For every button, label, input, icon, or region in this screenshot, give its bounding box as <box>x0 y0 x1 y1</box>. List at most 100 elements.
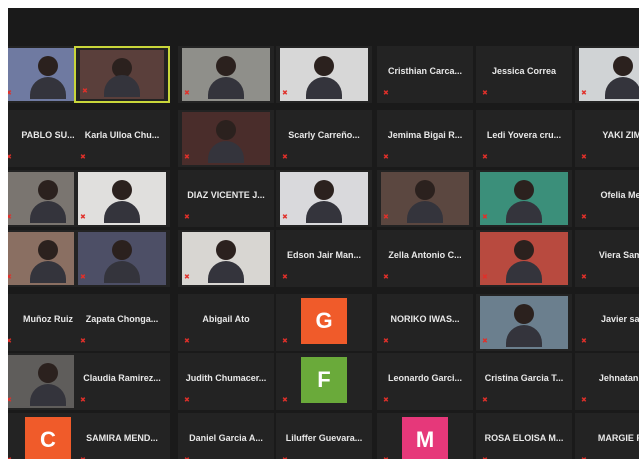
muted-mic-icon: ✖ <box>80 274 86 281</box>
participant-name: Daniel Garcia A... <box>189 433 263 443</box>
participant-video <box>280 48 368 101</box>
participant-tile[interactable]: YAKI ZIMI ✖ <box>575 110 639 167</box>
participant-tile[interactable]: ✖ <box>74 230 170 287</box>
participant-video <box>80 50 164 99</box>
muted-mic-icon: ✖ <box>383 90 389 97</box>
muted-mic-icon: ✖ <box>383 214 389 221</box>
participant-name: Viera Sama <box>598 250 639 260</box>
participant-tile[interactable]: ✖ <box>476 294 572 351</box>
person-head <box>514 304 534 324</box>
participant-video <box>381 172 469 225</box>
participant-tile[interactable]: Ofelia Meli ✖ <box>575 170 639 227</box>
participant-tile[interactable]: MARGIE PA✖ <box>575 413 639 459</box>
participant-tile[interactable]: M✖ <box>377 413 473 459</box>
participant-tile[interactable]: ✖ <box>178 110 274 167</box>
muted-mic-icon: ✖ <box>282 214 288 221</box>
muted-mic-icon: ✖ <box>482 154 488 161</box>
participant-tile[interactable]: Viera Sama ✖ <box>575 230 639 287</box>
person-body <box>407 201 443 223</box>
participant-name: Cristina Garcia T... <box>484 373 564 383</box>
participant-avatar: G <box>301 298 347 344</box>
participant-tile[interactable]: ✖ <box>575 46 639 103</box>
person-head <box>314 180 334 200</box>
participant-tile[interactable]: G ✖ <box>276 294 372 351</box>
participant-video <box>78 232 166 285</box>
participant-tile[interactable]: ✖ <box>74 46 170 103</box>
participant-tile[interactable]: Judith Chumacer... ✖ <box>178 353 274 410</box>
participant-tile[interactable]: ✖ <box>276 170 372 227</box>
muted-mic-icon: ✖ <box>80 214 86 221</box>
participant-video <box>579 48 639 101</box>
participant-tile[interactable]: ✖ <box>178 230 274 287</box>
person-head <box>112 180 132 200</box>
participant-name: DIAZ VICENTE J... <box>187 190 265 200</box>
participant-tile[interactable]: Cristina Garcia T... ✖ <box>476 353 572 410</box>
muted-mic-icon: ✖ <box>482 397 488 404</box>
participant-tile[interactable]: Jehnatan A ✖ <box>575 353 639 410</box>
muted-mic-icon: ✖ <box>184 214 190 221</box>
muted-mic-icon: ✖ <box>8 274 12 281</box>
muted-mic-icon: ✖ <box>184 90 190 97</box>
muted-mic-icon: ✖ <box>383 338 389 345</box>
muted-mic-icon: ✖ <box>482 214 488 221</box>
participant-tile[interactable]: Claudia Ramirez... ✖ <box>74 353 170 410</box>
person-body <box>208 77 244 99</box>
participant-tile[interactable]: F ✖ <box>276 353 372 410</box>
person-body <box>104 201 140 223</box>
participant-avatar: C <box>25 417 71 459</box>
participant-name: Jemima Bigai R... <box>387 130 463 140</box>
participant-tile[interactable]: ✖ <box>476 170 572 227</box>
participant-tile[interactable]: ✖ <box>276 46 372 103</box>
participant-tile[interactable]: Liluffer Guevara...✖ <box>276 413 372 459</box>
muted-mic-icon: ✖ <box>184 338 190 345</box>
participant-tile[interactable]: ✖ <box>377 170 473 227</box>
participant-tile[interactable]: Zapata Chonga... ✖ <box>74 294 170 351</box>
participant-avatar: F <box>301 357 347 403</box>
participant-name: Edson Jair Man... <box>286 250 362 260</box>
muted-mic-icon: ✖ <box>282 338 288 345</box>
participant-tile[interactable]: Javier san ✖ <box>575 294 639 351</box>
participant-tile[interactable]: Zella Antonio C... ✖ <box>377 230 473 287</box>
person-head <box>112 240 132 260</box>
participant-tile[interactable]: Karla Ulloa Chu... ✖ <box>74 110 170 167</box>
participant-name: Jehnatan A <box>598 373 639 383</box>
participant-name: Liluffer Guevara... <box>285 433 363 443</box>
participant-tile[interactable]: Abigail Ato ✖ <box>178 294 274 351</box>
participant-tile[interactable]: ROSA ELOISA M...✖ <box>476 413 572 459</box>
muted-mic-icon: ✖ <box>8 397 12 404</box>
participant-tile[interactable]: Daniel Garcia A...✖ <box>178 413 274 459</box>
participant-name: Claudia Ramirez... <box>83 373 161 383</box>
person-head <box>38 56 58 76</box>
participant-tile[interactable]: Ledi Yovera cru... ✖ <box>476 110 572 167</box>
muted-mic-icon: ✖ <box>282 90 288 97</box>
participant-tile[interactable]: SAMIRA MEND...✖ <box>74 413 170 459</box>
muted-mic-icon: ✖ <box>581 397 587 404</box>
participant-tile[interactable]: DIAZ VICENTE J... ✖ <box>178 170 274 227</box>
muted-mic-icon: ✖ <box>581 154 587 161</box>
participant-name: Judith Chumacer... <box>185 373 267 383</box>
muted-mic-icon: ✖ <box>581 338 587 345</box>
participant-tile[interactable]: NORIKO IWAS... ✖ <box>377 294 473 351</box>
participant-tile[interactable]: Edson Jair Man... ✖ <box>276 230 372 287</box>
muted-mic-icon: ✖ <box>282 397 288 404</box>
participant-tile[interactable]: Leonardo Garci... ✖ <box>377 353 473 410</box>
participant-tile[interactable]: Cristhian Carca... ✖ <box>377 46 473 103</box>
participant-video <box>182 232 270 285</box>
person-body <box>306 77 342 99</box>
participant-tile[interactable]: ✖ <box>74 170 170 227</box>
person-body <box>104 261 140 283</box>
person-body <box>605 77 639 99</box>
person-head <box>216 120 236 140</box>
participant-video <box>480 232 568 285</box>
meeting-gallery: ✖ ✖ ✖ ✖ Cristhian Carca... ✖ Jessica Correa ✖ ✖ P… <box>8 8 639 459</box>
participant-tile[interactable]: Scarly Carreño... ✖ <box>276 110 372 167</box>
muted-mic-icon: ✖ <box>383 274 389 281</box>
participant-tile[interactable]: Jessica Correa ✖ <box>476 46 572 103</box>
participant-avatar: M <box>402 417 448 459</box>
muted-mic-icon: ✖ <box>80 154 86 161</box>
muted-mic-icon: ✖ <box>383 154 389 161</box>
muted-mic-icon: ✖ <box>482 90 488 97</box>
participant-tile[interactable]: ✖ <box>178 46 274 103</box>
participant-tile[interactable]: ✖ <box>476 230 572 287</box>
participant-tile[interactable]: Jemima Bigai R... ✖ <box>377 110 473 167</box>
